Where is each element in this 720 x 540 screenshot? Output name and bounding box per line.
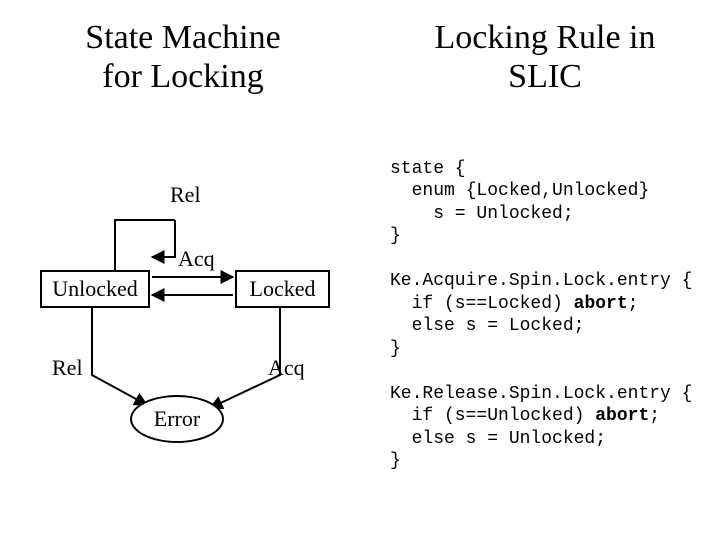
right-title-text: Locking Rule inSLIC: [435, 19, 656, 95]
edge-label-rel-to-error: Rel: [52, 355, 83, 381]
left-title: State Machinefor Locking: [28, 18, 338, 96]
right-title: Locking Rule inSLIC: [390, 18, 700, 96]
code-b2-l1: Ke.Acquire.Spin.Lock.entry {: [390, 271, 692, 291]
code-b2-l3: else s = Locked;: [390, 316, 584, 336]
code-b3-l2b: ;: [649, 406, 660, 426]
state-locked-label: Locked: [250, 276, 316, 301]
state-machine-diagram: Unlocked Locked Error Rel Acq Rel Acq: [20, 150, 370, 450]
code-b1-l4: }: [390, 226, 401, 246]
state-error-label: Error: [154, 406, 200, 432]
code-b3-l1: Ke.Release.Spin.Lock.entry {: [390, 384, 692, 404]
code-keyword-abort: abort: [595, 406, 649, 426]
code-b1-l3: s = Unlocked;: [390, 204, 574, 224]
state-locked: Locked: [235, 270, 330, 308]
code-b2-l4: }: [390, 339, 401, 359]
edge-label-acq-forward: Acq: [178, 246, 215, 272]
state-error: Error: [130, 395, 224, 443]
code-b1-l2: enum {Locked,Unlocked}: [390, 181, 649, 201]
state-unlocked: Unlocked: [40, 270, 150, 308]
code-b3-l4: }: [390, 451, 401, 471]
code-b2-l2a: if (s==Locked): [390, 294, 574, 314]
edge-label-rel-selfloop: Rel: [170, 182, 201, 208]
code-b3-l3: else s = Unlocked;: [390, 429, 606, 449]
slic-code: state { enum {Locked,Unlocked} s = Unloc…: [390, 135, 710, 473]
state-unlocked-label: Unlocked: [52, 276, 138, 301]
edge-label-acq-to-error: Acq: [268, 355, 305, 381]
left-title-text: State Machinefor Locking: [85, 19, 280, 95]
code-keyword-abort: abort: [574, 294, 628, 314]
code-b1-l1: state {: [390, 159, 466, 179]
code-b3-l2a: if (s==Unlocked): [390, 406, 595, 426]
code-b2-l2b: ;: [628, 294, 639, 314]
